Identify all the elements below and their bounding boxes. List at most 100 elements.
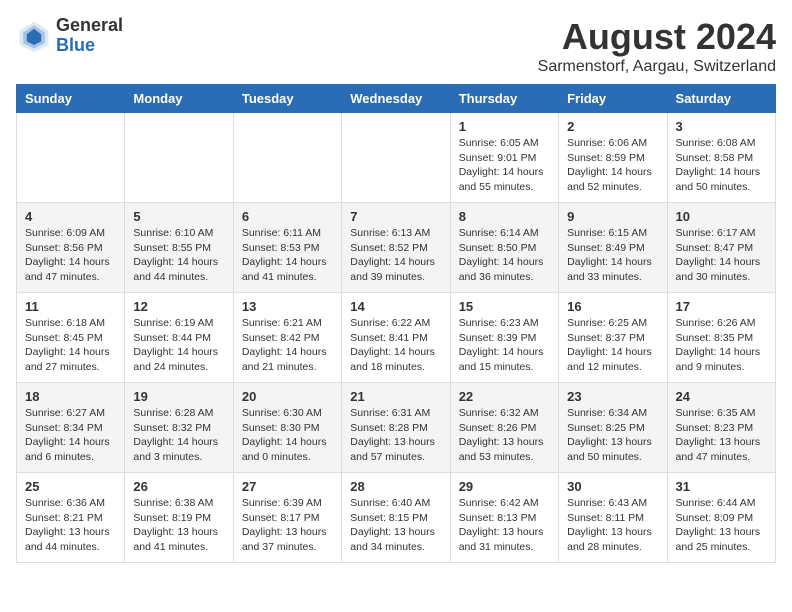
calendar-cell: 16 Sunrise: 6:25 AM Sunset: 8:37 PM Dayli… xyxy=(559,293,667,383)
calendar-cell: 23 Sunrise: 6:34 AM Sunset: 8:25 PM Dayli… xyxy=(559,383,667,473)
day-number: 18 xyxy=(25,389,116,404)
logo-text: General Blue xyxy=(56,16,123,56)
calendar-cell: 9Sunrise: 6:15 AM Sunset: 8:49 PM Daylig… xyxy=(559,203,667,293)
weekday-header-friday: Friday xyxy=(559,85,667,113)
week-row-2: 4Sunrise: 6:09 AM Sunset: 8:56 PM Daylig… xyxy=(17,203,776,293)
day-number: 23 xyxy=(567,389,658,404)
weekday-header-monday: Monday xyxy=(125,85,233,113)
day-info: Sunrise: 6:40 AM Sunset: 8:15 PM Dayligh… xyxy=(350,496,441,555)
weekday-row: SundayMondayTuesdayWednesdayThursdayFrid… xyxy=(17,85,776,113)
day-number: 19 xyxy=(133,389,224,404)
day-number: 16 xyxy=(567,299,658,314)
calendar-cell: 29Sunrise: 6:42 AM Sunset: 8:13 PM Dayli… xyxy=(450,473,558,563)
day-info: Sunrise: 6:22 AM Sunset: 8:41 PM Dayligh… xyxy=(350,316,441,375)
day-info: Sunrise: 6:25 AM Sunset: 8:37 PM Dayligh… xyxy=(567,316,658,375)
day-number: 5 xyxy=(133,209,224,224)
day-number: 15 xyxy=(459,299,550,314)
day-number: 11 xyxy=(25,299,116,314)
day-number: 4 xyxy=(25,209,116,224)
calendar-cell: 17 Sunrise: 6:26 AM Sunset: 8:35 PM Dayli… xyxy=(667,293,775,383)
calendar-cell: 1Sunrise: 6:05 AM Sunset: 9:01 PM Daylig… xyxy=(450,113,558,203)
calendar-cell: 24Sunrise: 6:35 AM Sunset: 8:23 PM Dayli… xyxy=(667,383,775,473)
calendar-cell: 10 Sunrise: 6:17 AM Sunset: 8:47 PM Dayli… xyxy=(667,203,775,293)
day-info: Sunrise: 6:43 AM Sunset: 8:11 PM Dayligh… xyxy=(567,496,658,555)
week-row-4: 18 Sunrise: 6:27 AM Sunset: 8:34 PM Dayli… xyxy=(17,383,776,473)
day-info: Sunrise: 6:26 AM Sunset: 8:35 PM Dayligh… xyxy=(676,316,767,375)
day-info: Sunrise: 6:32 AM Sunset: 8:26 PM Dayligh… xyxy=(459,406,550,465)
day-number: 3 xyxy=(676,119,767,134)
day-info: Sunrise: 6:39 AM Sunset: 8:17 PM Dayligh… xyxy=(242,496,333,555)
calendar-cell: 20 Sunrise: 6:30 AM Sunset: 8:30 PM Dayli… xyxy=(233,383,341,473)
day-info: Sunrise: 6:36 AM Sunset: 8:21 PM Dayligh… xyxy=(25,496,116,555)
calendar-cell xyxy=(342,113,450,203)
title-block: August 2024 Sarmenstorf, Aargau, Switzer… xyxy=(538,16,776,76)
day-number: 9 xyxy=(567,209,658,224)
day-number: 31 xyxy=(676,479,767,494)
calendar-cell: 18 Sunrise: 6:27 AM Sunset: 8:34 PM Dayli… xyxy=(17,383,125,473)
calendar-cell: 2Sunrise: 6:06 AM Sunset: 8:59 PM Daylig… xyxy=(559,113,667,203)
day-info: Sunrise: 6:18 AM Sunset: 8:45 PM Dayligh… xyxy=(25,316,116,375)
day-number: 6 xyxy=(242,209,333,224)
week-row-3: 11 Sunrise: 6:18 AM Sunset: 8:45 PM Dayli… xyxy=(17,293,776,383)
calendar-cell: 27 Sunrise: 6:39 AM Sunset: 8:17 PM Dayli… xyxy=(233,473,341,563)
day-info: Sunrise: 6:23 AM Sunset: 8:39 PM Dayligh… xyxy=(459,316,550,375)
calendar-cell: 11 Sunrise: 6:18 AM Sunset: 8:45 PM Dayli… xyxy=(17,293,125,383)
day-number: 13 xyxy=(242,299,333,314)
week-row-1: 1Sunrise: 6:05 AM Sunset: 9:01 PM Daylig… xyxy=(17,113,776,203)
day-number: 22 xyxy=(459,389,550,404)
calendar-cell xyxy=(17,113,125,203)
calendar-cell xyxy=(233,113,341,203)
day-info: Sunrise: 6:28 AM Sunset: 8:32 PM Dayligh… xyxy=(133,406,224,465)
day-info: Sunrise: 6:10 AM Sunset: 8:55 PM Dayligh… xyxy=(133,226,224,285)
calendar-cell: 21Sunrise: 6:31 AM Sunset: 8:28 PM Dayli… xyxy=(342,383,450,473)
day-info: Sunrise: 6:08 AM Sunset: 8:58 PM Dayligh… xyxy=(676,136,767,195)
day-number: 7 xyxy=(350,209,441,224)
day-info: Sunrise: 6:38 AM Sunset: 8:19 PM Dayligh… xyxy=(133,496,224,555)
day-info: Sunrise: 6:13 AM Sunset: 8:52 PM Dayligh… xyxy=(350,226,441,285)
calendar-cell: 12 Sunrise: 6:19 AM Sunset: 8:44 PM Dayli… xyxy=(125,293,233,383)
logo-general: General xyxy=(56,16,123,36)
subtitle: Sarmenstorf, Aargau, Switzerland xyxy=(538,58,776,76)
calendar-cell: 31 Sunrise: 6:44 AM Sunset: 8:09 PM Dayli… xyxy=(667,473,775,563)
calendar-cell: 13Sunrise: 6:21 AM Sunset: 8:42 PM Dayli… xyxy=(233,293,341,383)
day-info: Sunrise: 6:19 AM Sunset: 8:44 PM Dayligh… xyxy=(133,316,224,375)
calendar-cell: 25 Sunrise: 6:36 AM Sunset: 8:21 PM Dayli… xyxy=(17,473,125,563)
day-info: Sunrise: 6:27 AM Sunset: 8:34 PM Dayligh… xyxy=(25,406,116,465)
calendar-cell: 6Sunrise: 6:11 AM Sunset: 8:53 PM Daylig… xyxy=(233,203,341,293)
logo-icon xyxy=(16,18,52,54)
logo-blue: Blue xyxy=(56,36,123,56)
weekday-header-sunday: Sunday xyxy=(17,85,125,113)
day-info: Sunrise: 6:14 AM Sunset: 8:50 PM Dayligh… xyxy=(459,226,550,285)
day-number: 26 xyxy=(133,479,224,494)
day-number: 14 xyxy=(350,299,441,314)
day-number: 25 xyxy=(25,479,116,494)
calendar-cell: 15 Sunrise: 6:23 AM Sunset: 8:39 PM Dayli… xyxy=(450,293,558,383)
calendar-cell: 28Sunrise: 6:40 AM Sunset: 8:15 PM Dayli… xyxy=(342,473,450,563)
calendar-cell: 30 Sunrise: 6:43 AM Sunset: 8:11 PM Dayli… xyxy=(559,473,667,563)
day-number: 12 xyxy=(133,299,224,314)
day-info: Sunrise: 6:30 AM Sunset: 8:30 PM Dayligh… xyxy=(242,406,333,465)
day-info: Sunrise: 6:06 AM Sunset: 8:59 PM Dayligh… xyxy=(567,136,658,195)
day-info: Sunrise: 6:35 AM Sunset: 8:23 PM Dayligh… xyxy=(676,406,767,465)
day-info: Sunrise: 6:44 AM Sunset: 8:09 PM Dayligh… xyxy=(676,496,767,555)
weekday-header-saturday: Saturday xyxy=(667,85,775,113)
day-number: 30 xyxy=(567,479,658,494)
day-info: Sunrise: 6:42 AM Sunset: 8:13 PM Dayligh… xyxy=(459,496,550,555)
day-info: Sunrise: 6:17 AM Sunset: 8:47 PM Dayligh… xyxy=(676,226,767,285)
calendar-table: SundayMondayTuesdayWednesdayThursdayFrid… xyxy=(16,84,776,563)
weekday-header-tuesday: Tuesday xyxy=(233,85,341,113)
day-number: 17 xyxy=(676,299,767,314)
calendar-body: 1Sunrise: 6:05 AM Sunset: 9:01 PM Daylig… xyxy=(17,113,776,563)
day-info: Sunrise: 6:05 AM Sunset: 9:01 PM Dayligh… xyxy=(459,136,550,195)
calendar-cell: 4Sunrise: 6:09 AM Sunset: 8:56 PM Daylig… xyxy=(17,203,125,293)
day-number: 20 xyxy=(242,389,333,404)
calendar-cell: 22 Sunrise: 6:32 AM Sunset: 8:26 PM Dayli… xyxy=(450,383,558,473)
page-header: General Blue August 2024 Sarmenstorf, Aa… xyxy=(16,16,776,76)
calendar-cell: 14 Sunrise: 6:22 AM Sunset: 8:41 PM Dayli… xyxy=(342,293,450,383)
day-number: 10 xyxy=(676,209,767,224)
day-number: 27 xyxy=(242,479,333,494)
day-info: Sunrise: 6:34 AM Sunset: 8:25 PM Dayligh… xyxy=(567,406,658,465)
day-info: Sunrise: 6:31 AM Sunset: 8:28 PM Dayligh… xyxy=(350,406,441,465)
calendar-header: SundayMondayTuesdayWednesdayThursdayFrid… xyxy=(17,85,776,113)
day-number: 8 xyxy=(459,209,550,224)
